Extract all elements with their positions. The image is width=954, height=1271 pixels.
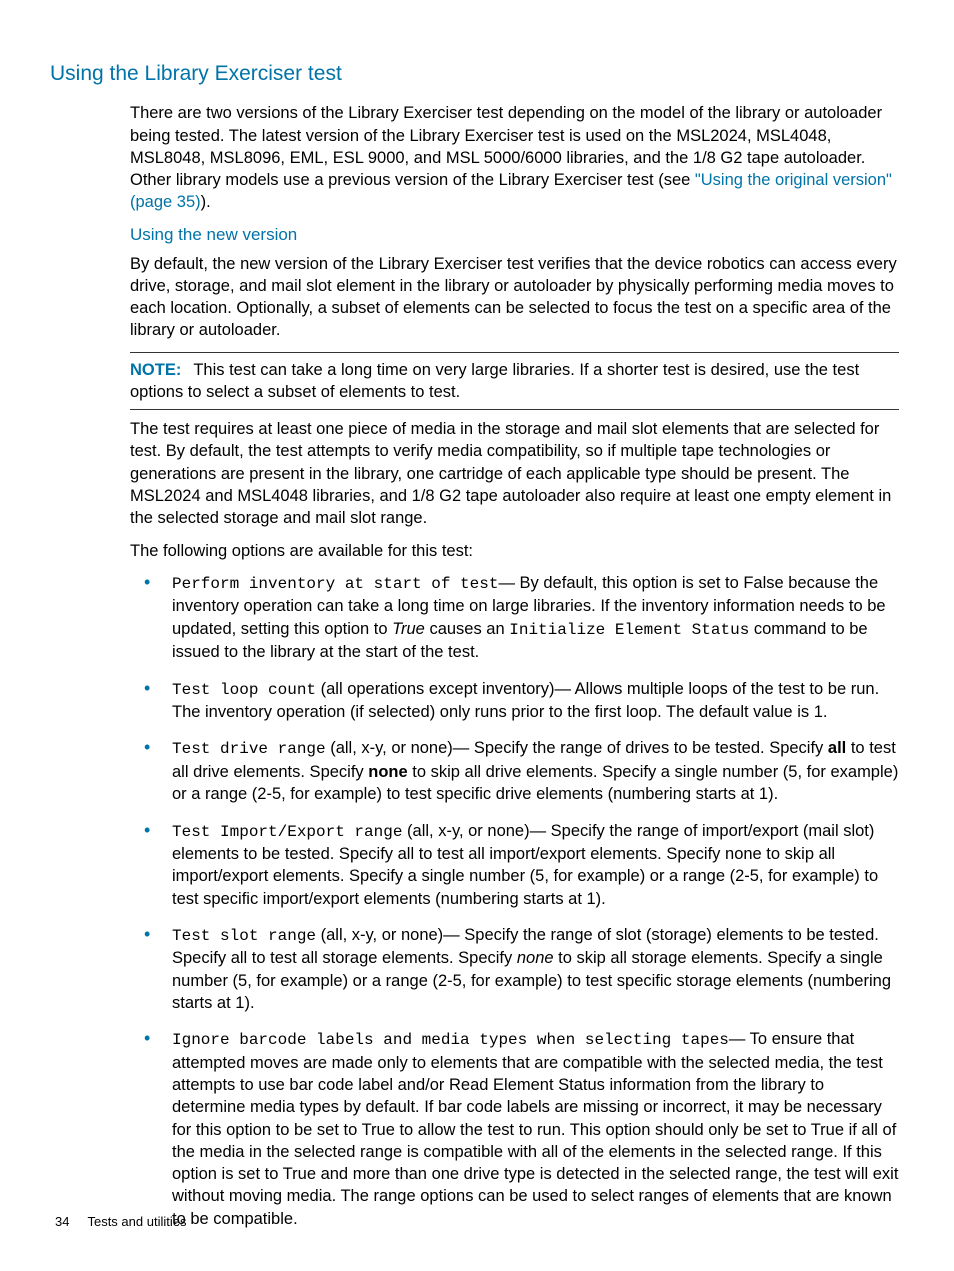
option-item-ignore-barcode: Ignore barcode labels and media types wh… — [130, 1028, 899, 1230]
note-block: NOTE:This test can take a long time on v… — [130, 359, 899, 404]
divider-top — [130, 352, 899, 353]
option-name: Test Import/Export range — [172, 823, 402, 841]
option-none: none — [368, 763, 407, 781]
version-description: By default, the new version of the Libra… — [130, 253, 899, 342]
note-label: NOTE: — [130, 361, 181, 379]
option-true: True — [392, 620, 425, 638]
subsection-heading: Using the new version — [130, 224, 899, 247]
page-number: 34 — [55, 1214, 69, 1229]
option-item-drive-range: Test drive range (all, x-y, or none)— Sp… — [130, 737, 899, 805]
option-item-slot-range: Test slot range (all, x-y, or none)— Spe… — [130, 924, 899, 1014]
page-footer: 34 Tests and utilities — [55, 1213, 186, 1231]
intro-paragraph: There are two versions of the Library Ex… — [130, 102, 899, 213]
option-all: all — [828, 739, 846, 757]
option-command: Initialize Element Status — [509, 621, 749, 639]
option-text: (all, x-y, or none)— Specify the range o… — [326, 739, 828, 757]
option-name: Perform inventory at start of test — [172, 575, 498, 593]
option-item-loop-count: Test loop count (all operations except i… — [130, 678, 899, 724]
intro-text-post: ). — [201, 193, 211, 211]
section-heading: Using the Library Exerciser test — [50, 60, 899, 88]
note-text: This test can take a long time on very l… — [130, 361, 859, 401]
options-list: Perform inventory at start of test— By d… — [130, 572, 899, 1230]
divider-bottom — [130, 409, 899, 410]
option-item-import-export-range: Test Import/Export range (all, x-y, or n… — [130, 820, 899, 910]
option-name: Test slot range — [172, 927, 316, 945]
option-item-inventory: Perform inventory at start of test— By d… — [130, 572, 899, 664]
option-name: Test drive range — [172, 740, 326, 758]
option-name: Ignore barcode labels and media types wh… — [172, 1031, 729, 1049]
option-text: causes an — [425, 620, 509, 638]
footer-section-title: Tests and utilities — [87, 1214, 186, 1229]
option-text: — To ensure that attempted moves are mad… — [172, 1030, 898, 1227]
option-none: none — [517, 949, 554, 967]
requirements-paragraph: The test requires at least one piece of … — [130, 418, 899, 529]
option-name: Test loop count — [172, 681, 316, 699]
options-lead-in: The following options are available for … — [130, 540, 899, 562]
